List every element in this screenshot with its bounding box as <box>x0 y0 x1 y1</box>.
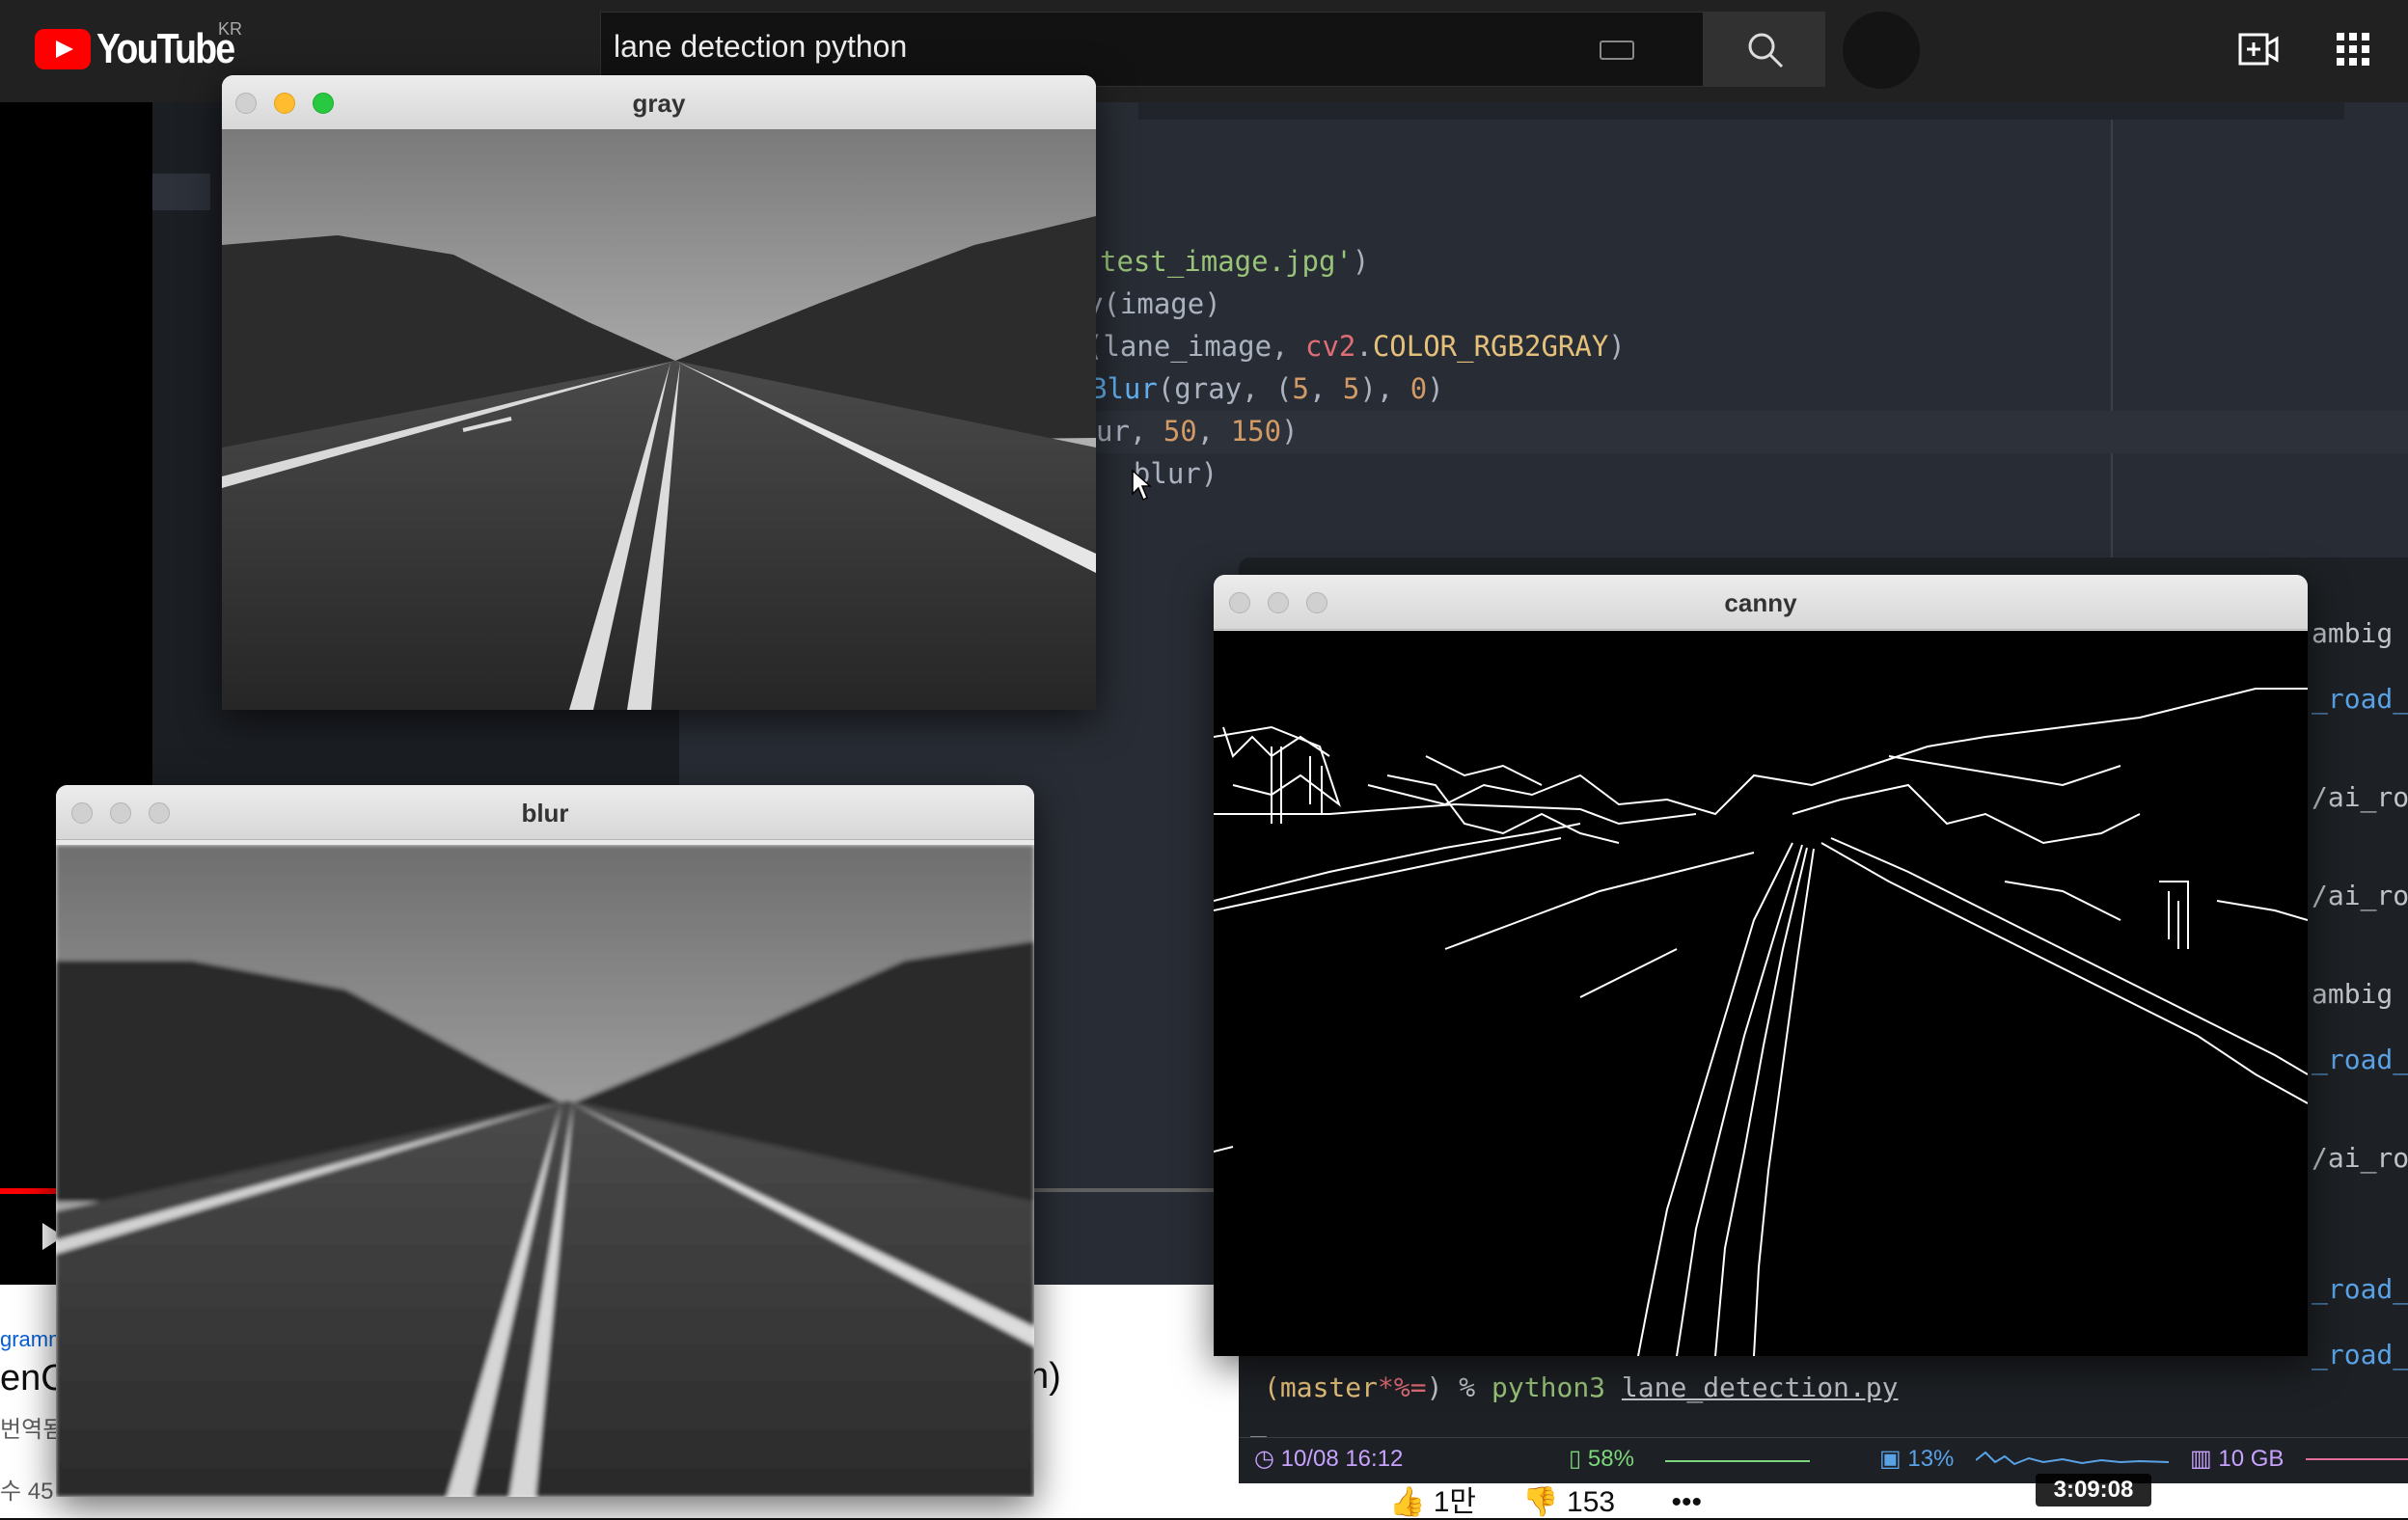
battery-graph <box>1665 1460 1810 1462</box>
avatar[interactable] <box>1843 12 1920 89</box>
editor-tab-strip <box>1138 102 2344 120</box>
terminal-line: /ai_ro <box>2312 880 2408 911</box>
terminal-prompt: (master*%=) % python3 lane_detection.py <box>1264 1371 1899 1403</box>
memory-graph <box>2306 1458 2408 1460</box>
status-datetime: ◷ 10/08 16:12 <box>1254 1446 1404 1472</box>
terminal-line: _road_d <box>2312 683 2408 715</box>
dislike-button[interactable]: 👎 153 <box>1522 1486 1615 1518</box>
gray-window[interactable]: gray <box>222 75 1096 710</box>
more-actions-button[interactable]: ••• <box>1671 1486 1702 1518</box>
window-title: canny <box>1724 588 1797 617</box>
status-battery: ▯ 58% <box>1569 1446 1634 1472</box>
code-line-4: Blur(gray, (5, 5), 0) <box>1090 372 1444 405</box>
file-tree-row <box>152 174 210 210</box>
like-bar: 👍 1만 👎 153 ••• <box>1389 1478 1702 1520</box>
terminal-line: ambig <box>2312 978 2394 1010</box>
video-progress-buffered[interactable] <box>1034 1188 1218 1192</box>
code-line-3: (lane_image, cv2.COLOR_RGB2GRAY) <box>1086 330 1626 363</box>
duration-badge: 3:09:08 <box>2036 1474 2151 1506</box>
mouse-cursor-icon <box>1132 469 1152 502</box>
search-button[interactable] <box>1704 12 1825 87</box>
blur-window[interactable]: blur <box>56 785 1034 1497</box>
code-line-5: ur, 50, 150) <box>1096 415 1299 448</box>
search-icon <box>1748 33 1784 68</box>
terminal-line: ambig <box>2312 617 2394 649</box>
blur-road-image <box>56 845 1034 1497</box>
like-button[interactable]: 👍 1만 <box>1389 1486 1476 1518</box>
editor-ruler <box>2111 120 2113 573</box>
terminal-line: _road_d <box>2312 1339 2408 1371</box>
video-progress-played[interactable] <box>0 1188 56 1194</box>
code-line-2: y(image) <box>1086 287 1221 320</box>
view-count: 수 45 <box>0 1479 54 1505</box>
search-input[interactable]: lane detection python <box>614 29 907 65</box>
apps-grid-icon[interactable] <box>2337 33 2369 66</box>
terminal-line: _road_d <box>2312 1273 2408 1305</box>
canny-edge-image <box>1214 631 2308 1356</box>
youtube-logo-icon[interactable] <box>35 29 91 69</box>
translated-label: 번역됨 <box>0 1417 65 1443</box>
canny-window[interactable]: canny <box>1214 575 2308 1356</box>
cpu-graph <box>1976 1451 2169 1466</box>
create-video-icon[interactable] <box>2238 33 2279 66</box>
code-line-6: blur) <box>1100 457 1218 490</box>
status-memory: ▥ 10 GB <box>2190 1446 2285 1472</box>
gray-road-image <box>222 129 1096 710</box>
code-line-1: test_image.jpg') <box>1100 245 1370 278</box>
window-title: gray <box>632 89 686 118</box>
window-title: blur <box>521 799 569 828</box>
terminal-cursor: _ <box>1250 1406 1267 1438</box>
terminal-line: _road_d <box>2312 1044 2408 1075</box>
keyboard-icon[interactable] <box>1600 41 1634 60</box>
terminal-line: /ai_ro <box>2312 781 2408 813</box>
youtube-wordmark[interactable]: YouTube <box>96 25 235 73</box>
status-cpu: ▣ 13% <box>1879 1446 1955 1472</box>
terminal-line: /ai_ro <box>2312 1142 2408 1174</box>
region-label: KR <box>218 19 243 39</box>
